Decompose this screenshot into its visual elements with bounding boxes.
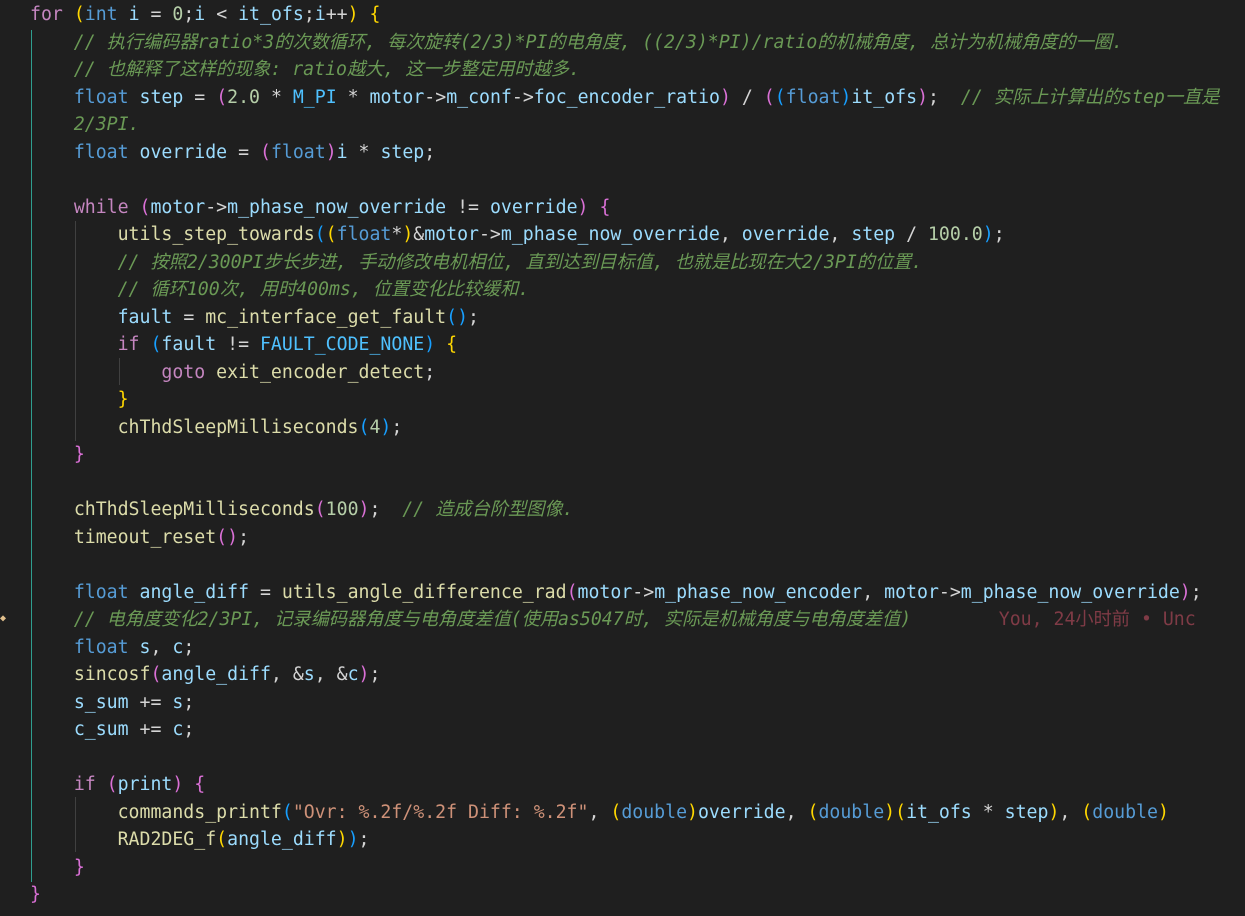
code-line[interactable]: s_sum += s;: [30, 689, 194, 716]
code-line[interactable]: for (int i = 0;i < it_ofs;i++) {: [30, 1, 380, 28]
code-line[interactable]: }: [30, 854, 85, 881]
code-line[interactable]: goto exit_encoder_detect;: [30, 359, 435, 386]
code-editor[interactable]: ◆ for (int i = 0;i < it_ofs;i++) { // 执行…: [0, 0, 1245, 916]
code-line[interactable]: float override = (float)i * step;: [30, 139, 435, 166]
code-line[interactable]: if (fault != FAULT_CODE_NONE) {: [30, 331, 457, 358]
code-line[interactable]: }: [30, 881, 41, 908]
code-line[interactable]: while (motor->m_phase_now_override != ov…: [30, 194, 611, 221]
code-comment[interactable]: // 按照2/300PI步长步进, 手动修改电机相位, 直到达到目标值, 也就是…: [30, 249, 923, 276]
code-comment[interactable]: // 循环100次, 用时400ms, 位置变化比较缓和.: [30, 276, 530, 303]
code-comment[interactable]: // 执行编码器ratio*3的次数循环, 每次旋转(2/3)*PI的电角度, …: [30, 29, 1123, 56]
code-line[interactable]: timeout_reset();: [30, 524, 249, 551]
code-comment[interactable]: // 也解释了这样的现象: ratio越大, 这一步整定用时越多.: [30, 56, 580, 83]
code-line[interactable]: }: [30, 386, 129, 413]
code-line[interactable]: float step = (2.0 * M_PI * motor->m_conf…: [30, 84, 1220, 111]
code-line[interactable]: commands_printf("Ovr: %.2f/%.2f Diff: %.…: [30, 799, 1169, 826]
code-comment: // 电角度变化2/3PI, 记录编码器角度与电角度差值(使用as5047时, …: [30, 609, 912, 630]
code-line-current[interactable]: // 电角度变化2/3PI, 记录编码器角度与电角度差值(使用as5047时, …: [30, 606, 1196, 633]
code-line[interactable]: chThdSleepMilliseconds(100); // 造成台阶型图像.: [30, 496, 574, 523]
git-blame-annotation[interactable]: You, 24小时前 • Unc: [999, 609, 1196, 630]
code-line[interactable]: fault = mc_interface_get_fault();: [30, 304, 479, 331]
code-line[interactable]: chThdSleepMilliseconds(4);: [30, 414, 403, 441]
code-line[interactable]: if (print) {: [30, 771, 205, 798]
code-line[interactable]: utils_step_towards((float*)&motor->m_pha…: [30, 221, 1005, 248]
code-line[interactable]: }: [30, 441, 85, 468]
code-line[interactable]: float angle_diff = utils_angle_differenc…: [30, 579, 1202, 606]
code-comment[interactable]: 2/3PI.: [30, 111, 140, 138]
code-line[interactable]: sincosf(angle_diff, &s, &c);: [30, 661, 381, 688]
git-change-marker-icon: ◆: [0, 613, 7, 624]
code-line[interactable]: c_sum += c;: [30, 716, 194, 743]
code-line[interactable]: float s, c;: [30, 634, 194, 661]
code-line[interactable]: RAD2DEG_f(angle_diff));: [30, 826, 370, 853]
